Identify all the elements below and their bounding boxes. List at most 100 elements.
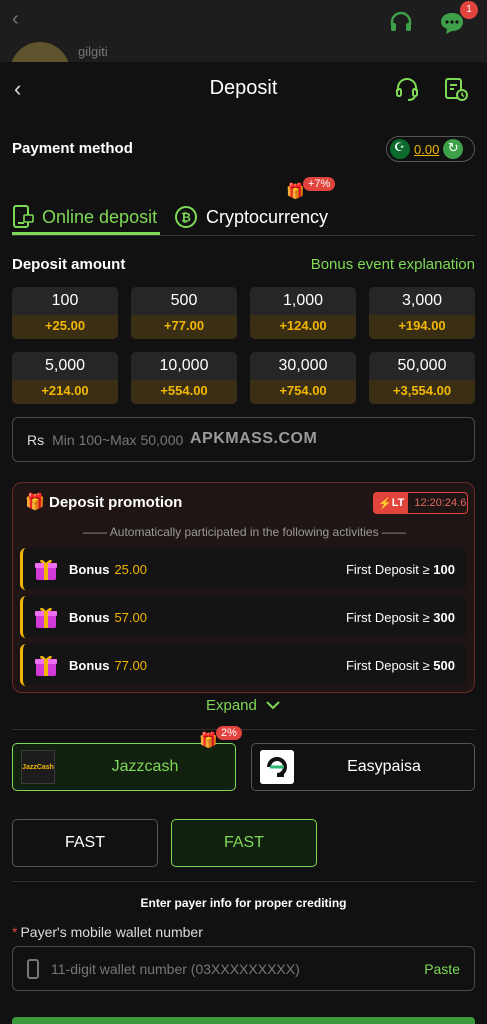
paste-button[interactable]: Paste	[424, 961, 460, 977]
amount-placeholder: Min 100~Max 50,000	[52, 431, 184, 448]
phone-icon	[27, 958, 39, 979]
amount-value: 3,000	[401, 292, 443, 309]
amount-option-50000[interactable]: 50,000 +3,554.00	[369, 352, 475, 404]
amount-option-5000[interactable]: 5,000 +214.00	[12, 352, 118, 404]
watermark: APKMASS.COM	[190, 430, 318, 447]
promotion-timer: ⚡ LT 12:20:24.6	[373, 492, 468, 514]
active-tab-indicator	[12, 232, 160, 235]
bonus-event-explanation-link[interactable]: Bonus event explanation	[311, 256, 475, 273]
divider	[12, 729, 475, 730]
row-bonus-value: 77.00	[114, 657, 147, 673]
speed-option-fast[interactable]: FAST	[12, 819, 158, 867]
row-bonus-value: 57.00	[114, 609, 147, 625]
amount-value: 30,000	[278, 357, 328, 374]
amount-option-100[interactable]: 100 +25.00	[12, 287, 118, 339]
row-bonus-label: Bonus	[69, 657, 110, 673]
amount-option-3000[interactable]: 3,000 +194.00	[369, 287, 475, 339]
amount-bonus: +3,554.00	[369, 380, 475, 404]
pakistan-flag-icon	[390, 139, 410, 159]
easypaisa-logo	[260, 750, 294, 784]
row-bonus-value: 25.00	[114, 561, 147, 577]
amount-value: 1,000	[282, 292, 324, 309]
amount-option-10000[interactable]: 10,000 +554.00	[131, 352, 237, 404]
amount-bonus: +124.00	[250, 315, 356, 339]
speed-option-fast-selected[interactable]: FAST	[171, 819, 317, 867]
amount-option-30000[interactable]: 30,000 +754.00	[250, 352, 356, 404]
gift-icon: 🎁	[199, 731, 218, 749]
wallet-placeholder: 11-digit wallet number (03XXXXXXXXX)	[51, 960, 300, 977]
gift-box-icon	[35, 655, 57, 676]
amount-option-500[interactable]: 500 +77.00	[131, 287, 237, 339]
tab-label: Online deposit	[42, 206, 158, 227]
channel-label: Easypaisa	[347, 758, 421, 775]
jazzcash-bonus-badge: 2%	[216, 726, 242, 740]
promotion-row: Bonus 77.00 First Deposit ≥ 500	[20, 644, 467, 686]
condition-threshold: 500	[433, 657, 455, 673]
gift-icon: 🎁	[25, 492, 45, 511]
crypto-coin-icon: ₿	[175, 206, 197, 228]
divider	[12, 881, 475, 882]
condition-threshold: 300	[433, 609, 455, 625]
deposit-promotion-panel: 🎁 Deposit promotion ⚡ LT 12:20:24.6 —— Au…	[12, 482, 475, 693]
lt-label: LT	[391, 497, 405, 509]
row-condition: First Deposit ≥ 100	[346, 562, 455, 577]
submit-button-edge[interactable]	[12, 1017, 475, 1024]
row-condition: First Deposit ≥ 300	[346, 610, 455, 625]
amount-bonus: +554.00	[131, 380, 237, 404]
channel-label: Jazzcash	[111, 758, 179, 775]
row-bonus-label: Bonus	[69, 609, 110, 625]
amount-bonus: +214.00	[12, 380, 118, 404]
amount-bonus: +194.00	[369, 315, 475, 339]
background-back-icon: ‹	[12, 8, 19, 30]
amount-value: 50,000	[397, 357, 447, 374]
tab-cryptocurrency[interactable]: ₿ Cryptocurrency	[174, 198, 328, 236]
tab-online-deposit[interactable]: Online deposit	[12, 198, 160, 236]
channel-easypaisa[interactable]: Easypaisa	[251, 743, 475, 791]
wallet-number-label: * Payer's mobile wallet number	[12, 924, 203, 940]
tab-divider	[12, 235, 475, 236]
channel-jazzcash[interactable]: JazzCash Jazzcash	[12, 743, 236, 791]
row-condition: First Deposit ≥ 500	[346, 658, 455, 673]
crypto-bonus-badge: +7%	[303, 177, 336, 191]
refresh-icon[interactable]: ↻	[443, 139, 464, 159]
condition-text: First Deposit ≥	[345, 609, 430, 625]
row-bonus-label: Bonus	[69, 561, 110, 577]
amount-bonus: +25.00	[12, 315, 118, 339]
amount-value: 500	[170, 292, 198, 309]
gift-box-icon	[35, 559, 57, 580]
promotion-row: Bonus 57.00 First Deposit ≥ 300	[20, 596, 467, 638]
deposit-amount-label: Deposit amount	[12, 256, 126, 273]
gift-box-icon	[35, 607, 57, 628]
amount-bonus: +77.00	[131, 315, 237, 339]
gift-icon: 🎁	[286, 182, 305, 200]
chevron-down-icon	[266, 701, 280, 710]
balance-pill: 0.00 ↻	[386, 136, 475, 162]
background-username: gilgiti	[78, 44, 108, 59]
payer-info-note: Enter payer info for proper crediting	[140, 896, 347, 910]
jazzcash-logo-text: JazzCash	[22, 763, 54, 771]
mobile-payment-icon	[13, 205, 34, 228]
expand-label: Expand	[205, 697, 257, 714]
svg-text:₿: ₿	[181, 211, 191, 225]
timer-value: 12:20:24.6	[414, 497, 467, 509]
wallet-number-input[interactable]: 11-digit wallet number (03XXXXXXXXX) Pas…	[12, 946, 475, 991]
promotion-subtitle: —— Automatically participated in the fol…	[83, 525, 406, 539]
condition-text: First Deposit ≥	[345, 657, 430, 673]
headset-icon[interactable]	[394, 76, 420, 102]
expand-button[interactable]: Expand	[0, 697, 487, 714]
headset-icon[interactable]	[388, 10, 414, 36]
condition-text: First Deposit ≥	[345, 561, 430, 577]
amount-bonus: +754.00	[250, 380, 356, 404]
amount-value: 10,000	[159, 357, 209, 374]
promotion-title: Deposit promotion	[49, 494, 183, 511]
jazzcash-logo: JazzCash	[21, 750, 55, 784]
lightning-lt-tag: ⚡ LT	[374, 493, 409, 513]
amount-value: 5,000	[44, 357, 86, 374]
tab-label: Cryptocurrency	[206, 206, 329, 227]
wallet-label-text: Payer's mobile wallet number	[20, 924, 203, 940]
currency-label: Rs	[27, 431, 45, 448]
amount-option-1000[interactable]: 1,000 +124.00	[250, 287, 356, 339]
promotion-row: Bonus 25.00 First Deposit ≥ 100	[20, 548, 467, 590]
history-icon[interactable]	[443, 76, 469, 102]
payment-method-label: Payment method	[12, 140, 133, 157]
